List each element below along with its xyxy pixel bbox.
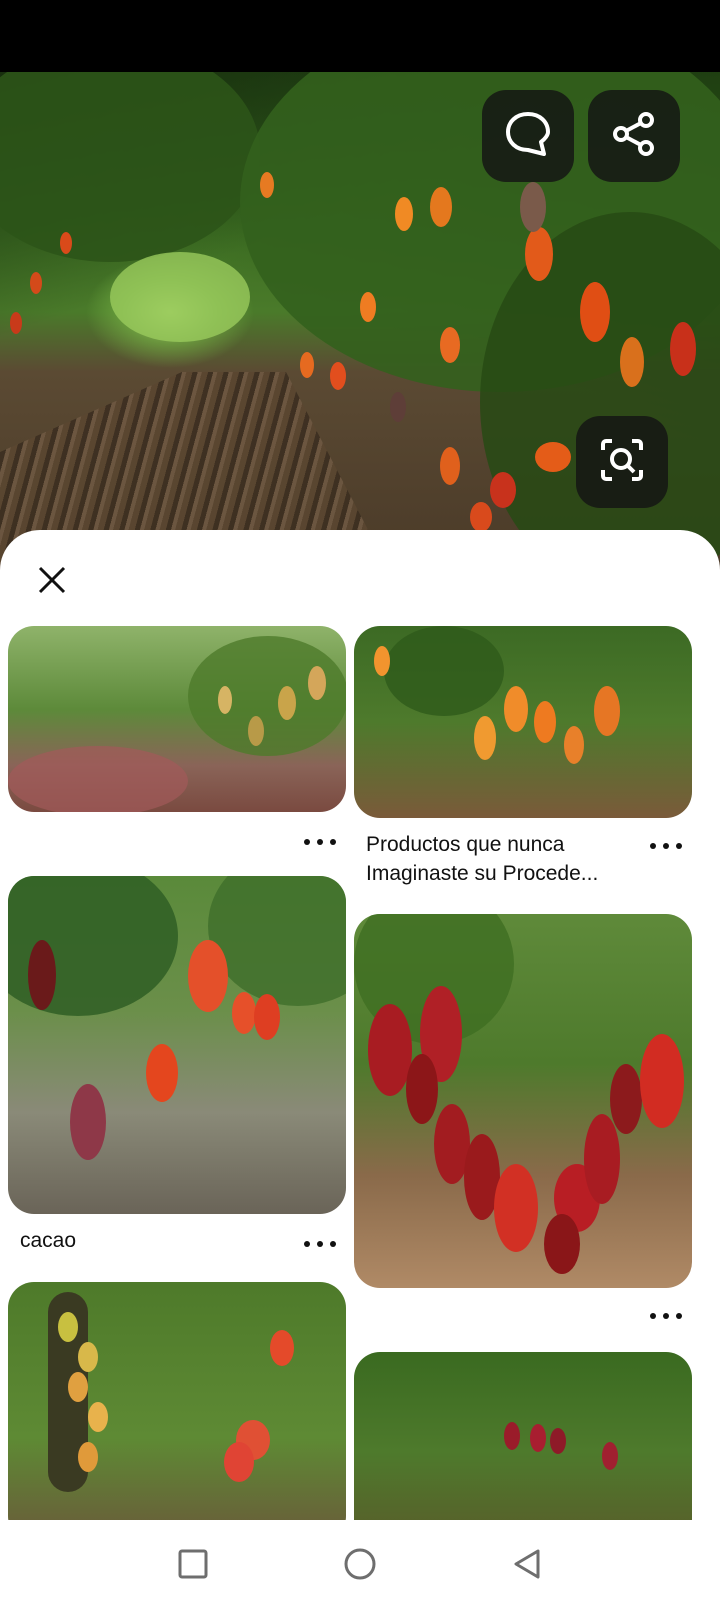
pin-title: cacao [20,1229,77,1252]
close-button[interactable] [30,560,74,604]
system-navigation-bar [0,1520,720,1612]
pin-image[interactable] [354,626,692,818]
pin-image[interactable] [8,1282,346,1520]
status-bar [0,0,720,72]
pin-image[interactable] [8,626,346,812]
pin-more-button[interactable] [646,836,686,856]
pin-image[interactable] [354,1352,692,1520]
related-pins-sheet: Productos que nunca Imaginaste su Proced… [0,530,720,1520]
circle-icon [342,1546,378,1587]
pin-image[interactable] [8,876,346,1214]
lens-icon [597,435,647,490]
comment-icon [503,109,553,164]
visual-search-button[interactable] [576,416,668,508]
recents-button[interactable] [163,1536,223,1596]
comment-button[interactable] [482,90,574,182]
close-icon [37,565,67,600]
pin-more-button[interactable] [300,832,340,852]
square-icon [177,1548,209,1585]
back-button[interactable] [497,1536,557,1596]
share-icon [609,109,659,164]
pin-image[interactable] [354,914,692,1288]
hero-image[interactable] [0,72,720,572]
share-button[interactable] [588,90,680,182]
pin-title: Productos que nunca Imaginaste su Proced… [366,833,599,885]
pin-more-button[interactable] [300,1234,340,1254]
home-button[interactable] [330,1536,390,1596]
triangle-back-icon [510,1547,544,1586]
pin-more-button[interactable] [646,1306,686,1326]
